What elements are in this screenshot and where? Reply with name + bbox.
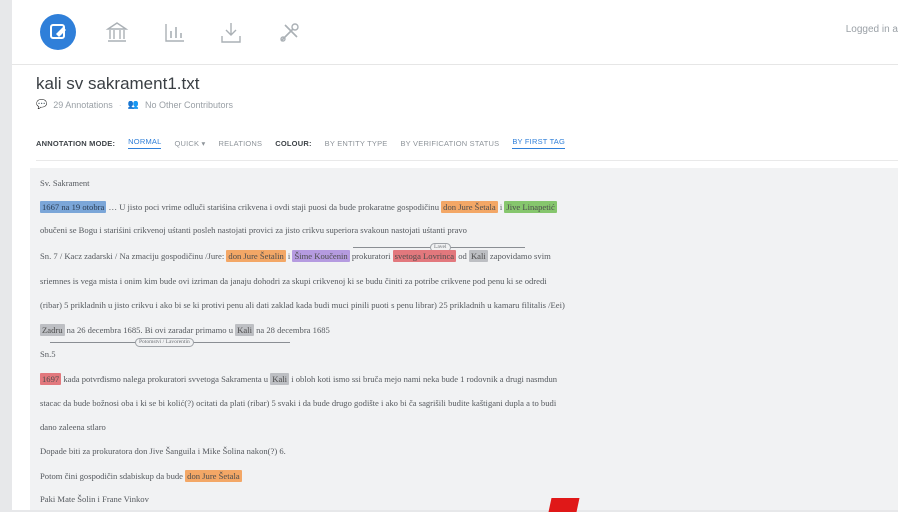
annotation-organization[interactable]: svetoga Lovrinca [392, 250, 457, 262]
text-line: Zadru na 26 decembra 1685. Bi ovi zarada… [40, 324, 330, 336]
annotation-place[interactable]: Kali [235, 324, 254, 336]
text-line: Potom čini gospodičin sdabiskup da bude … [40, 470, 242, 482]
colour-label: COLOUR: [275, 138, 312, 148]
contributors-icon: 👥 [127, 99, 139, 109]
text-line: (ribar) 5 prikladnih u jisto crikvu i ak… [40, 300, 565, 310]
contributors-text: No Other Contributors [145, 99, 234, 110]
annotation-person[interactable]: don Jure Šetala [441, 201, 498, 213]
text-line: 1667 na 19 otobra … U jisto poci vrime o… [40, 201, 557, 213]
annotation-person[interactable]: Jive Linapetić [504, 201, 557, 213]
download-icon[interactable] [214, 16, 248, 50]
annotation-place[interactable]: Kali [468, 250, 488, 262]
meta-separator: · [118, 99, 122, 110]
mode-quick[interactable]: QUICK ▾ [174, 139, 205, 148]
document-meta: 💬 29 Annotations · 👥 No Other Contributo… [36, 99, 233, 110]
annotation-person[interactable]: don Jure Šetalin [226, 250, 286, 262]
annotation-person[interactable]: don Jure Šetala [185, 470, 242, 482]
comment-icon: 💬 [36, 99, 48, 109]
colour-by-verification-status[interactable]: BY VERIFICATION STATUS [400, 139, 499, 148]
annotation-place[interactable]: Kali [270, 373, 290, 385]
page: Logged in a kali sv sakrament1.txt 💬 29 … [12, 0, 898, 512]
relation-label[interactable]: Potomstvi / Lavorentin [135, 338, 194, 347]
annotation-text-area[interactable]: Sv. Sakrament 1667 na 19 otobra … U jist… [30, 168, 898, 512]
annotation-icon[interactable] [40, 14, 76, 50]
annotation-place[interactable]: Zadru [40, 324, 65, 336]
text-line: obučeni se Bogu i stariśini crikvenoj uś… [40, 225, 467, 235]
text-line: Paki Mate Šolin i Frane Vinkov [40, 494, 149, 504]
document-title: kali sv sakrament1.txt [36, 74, 200, 93]
annotations-count: 29 Annotations [53, 99, 113, 110]
annotation-person[interactable]: Šime Koučenin [292, 250, 350, 262]
chart-icon[interactable] [157, 16, 191, 50]
mode-normal[interactable]: NORMAL [128, 137, 162, 149]
text-line: 1697 kada potvrđismo nalega prokuratori … [40, 373, 558, 385]
text-line: sriemnes is vega mista i onim kim bude o… [40, 276, 547, 286]
colour-by-first-tag[interactable]: BY FIRST TAG [512, 137, 566, 149]
toolbar: Logged in a [12, 0, 898, 65]
colour-by-entity-type[interactable]: BY ENTITY TYPE [325, 139, 388, 148]
text-line: Sv. Sakrament [40, 178, 90, 188]
text-line: Dopade biti za prokuratora don Jive Šang… [40, 446, 286, 456]
bank-icon[interactable] [100, 16, 134, 50]
tools-icon[interactable] [272, 16, 306, 50]
mode-relations[interactable]: RELATIONS [218, 139, 262, 148]
text-line: Sn.5 [40, 349, 56, 359]
text-line: Sn. 7 / Kacz zadarski / Na zmaciju gospo… [40, 250, 551, 262]
text-line: dano zaleena stlaro [40, 422, 106, 432]
annotation-date[interactable]: 1697 [40, 373, 62, 385]
divider [36, 160, 898, 161]
annotation-mode-bar: ANNOTATION MODE: NORMAL QUICK ▾ RELATION… [36, 132, 898, 154]
login-status[interactable]: Logged in a [846, 24, 898, 35]
annotation-mode-label: ANNOTATION MODE: [36, 138, 116, 148]
annotation-date[interactable]: 1667 na 19 otobra [40, 201, 107, 213]
text-line: stacac da bude božnosi oba i ki se bi ko… [40, 398, 557, 408]
